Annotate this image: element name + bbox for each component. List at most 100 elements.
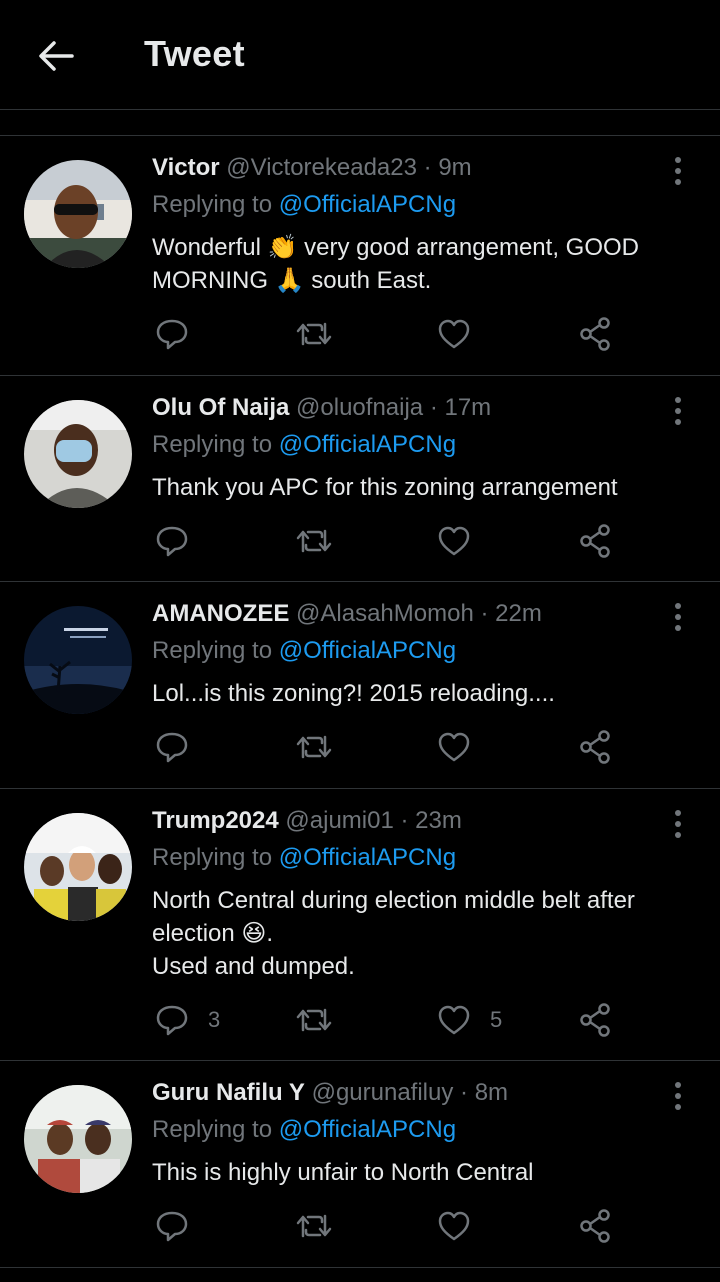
retweet-icon	[296, 529, 332, 553]
timestamp[interactable]: · 22m	[480, 600, 541, 627]
tweet-actions	[152, 1206, 622, 1246]
tweet-reply[interactable]: Trump2024 @ajumi01 · 23m Replying to @Of…	[0, 789, 720, 1061]
tweet-actions: 3 5	[152, 1000, 622, 1040]
like-button[interactable]	[436, 314, 490, 354]
tweet-text-line: North Central during election middle bel…	[152, 887, 635, 914]
like-button[interactable]	[436, 1206, 490, 1246]
display-name[interactable]: Guru Nafilu Y	[152, 1079, 305, 1106]
avatar[interactable]	[24, 160, 132, 268]
retweet-button[interactable]	[294, 521, 334, 561]
retweet-button[interactable]	[294, 727, 334, 767]
avatar[interactable]	[24, 813, 132, 921]
replying-to-label: Replying to	[152, 637, 273, 664]
replying-to-label: Replying to	[152, 191, 273, 218]
arrow-left-icon	[39, 41, 74, 71]
timestamp[interactable]: · 17m	[430, 394, 491, 421]
replying-to-label: Replying to	[152, 431, 273, 458]
replying-to: Replying to @OfficialAPCNg	[152, 191, 456, 225]
avatar[interactable]	[24, 400, 132, 508]
replying-to: Replying to @OfficialAPCNg	[152, 844, 456, 878]
reply-icon	[156, 732, 188, 763]
timestamp[interactable]: · 9m	[424, 154, 472, 181]
tweet-reply[interactable]: Olu Of Naija @oluofnaija · 17m Replying …	[0, 376, 720, 582]
mention-link[interactable]: @OfficialAPCNg	[279, 844, 456, 871]
reply-icon	[156, 1005, 188, 1036]
share-icon	[580, 317, 610, 351]
user-handle[interactable]: @oluofnaija	[296, 394, 423, 421]
tweet-text-line: Used and dumped.	[152, 953, 355, 980]
reply-button[interactable]	[154, 1206, 208, 1246]
tweet-header: Trump2024 @ajumi01 · 23m	[152, 807, 660, 841]
tweet-text-line: Lol...is this zoning?! 2015 reloading...…	[152, 680, 555, 707]
heart-icon	[438, 1211, 470, 1241]
retweet-button[interactable]	[294, 1206, 334, 1246]
avatar[interactable]	[24, 1085, 132, 1193]
share-button[interactable]	[578, 1206, 614, 1246]
replying-to: Replying to @OfficialAPCNg	[152, 1116, 456, 1150]
more-options-button[interactable]	[666, 394, 690, 428]
like-button[interactable]: 5	[436, 1000, 502, 1040]
timestamp[interactable]: · 23m	[401, 807, 462, 834]
reply-icon	[156, 526, 188, 557]
like-count: 5	[490, 1007, 503, 1032]
more-options-button[interactable]	[666, 154, 690, 188]
avatar[interactable]	[24, 606, 132, 714]
retweet-button[interactable]	[294, 1000, 334, 1040]
retweet-icon	[296, 1214, 332, 1238]
share-icon	[580, 524, 610, 558]
tweet-actions	[152, 314, 622, 354]
reply-button[interactable]	[154, 521, 208, 561]
user-handle[interactable]: @AlasahMomoh	[296, 600, 474, 627]
share-button[interactable]	[578, 521, 614, 561]
replying-to-label: Replying to	[152, 1116, 273, 1143]
tweet-text-line: election 😆.	[152, 920, 274, 947]
back-button[interactable]	[34, 34, 78, 78]
user-handle[interactable]: @Victorekeada23	[226, 154, 417, 181]
retweet-icon	[296, 1008, 332, 1032]
share-icon	[580, 1209, 610, 1243]
more-options-button[interactable]	[666, 807, 690, 841]
heart-icon	[438, 732, 470, 762]
like-button[interactable]	[436, 521, 490, 561]
share-button[interactable]	[578, 727, 614, 767]
share-icon	[580, 1003, 610, 1037]
reply-button[interactable]	[154, 314, 208, 354]
display-name[interactable]: Victor	[152, 154, 220, 181]
more-options-button[interactable]	[666, 600, 690, 634]
tweet-reply[interactable]: AMANOZEE @AlasahMomoh · 22m Replying to …	[0, 582, 720, 789]
timestamp[interactable]: · 8m	[460, 1079, 508, 1106]
tweet-actions	[152, 521, 622, 561]
tweet-text: This is highly unfair to North Central	[152, 1156, 697, 1189]
mention-link[interactable]: @OfficialAPCNg	[279, 191, 456, 218]
more-vertical-icon	[675, 397, 681, 425]
share-button[interactable]	[578, 314, 614, 354]
mention-link[interactable]: @OfficialAPCNg	[279, 637, 456, 664]
tweet-text-line: Wonderful 👏 very good arrangement, GOOD	[152, 234, 639, 261]
mention-link[interactable]: @OfficialAPCNg	[279, 431, 456, 458]
like-button[interactable]	[436, 727, 490, 767]
tweet-text: North Central during election middle bel…	[152, 884, 697, 983]
more-vertical-icon	[675, 157, 681, 185]
heart-icon	[438, 319, 470, 349]
display-name[interactable]: AMANOZEE	[152, 600, 289, 627]
retweet-button[interactable]	[294, 314, 334, 354]
reply-count: 3	[208, 1007, 221, 1032]
share-button[interactable]	[578, 1000, 614, 1040]
reply-button[interactable]	[154, 727, 208, 767]
tweet-header: Olu Of Naija @oluofnaija · 17m	[152, 394, 660, 428]
tweet-reply[interactable]: Guru Nafilu Y @gurunafiluy · 8m Replying…	[0, 1061, 720, 1268]
reply-icon	[156, 1211, 188, 1242]
user-handle[interactable]: @ajumi01	[285, 807, 393, 834]
user-handle[interactable]: @gurunafiluy	[312, 1079, 454, 1106]
reply-button[interactable]: 3	[154, 1000, 220, 1040]
replying-to: Replying to @OfficialAPCNg	[152, 637, 456, 671]
tweet-text: Thank you APC for this zoning arrangemen…	[152, 471, 697, 504]
tweet-actions	[152, 727, 622, 767]
display-name[interactable]: Trump2024	[152, 807, 279, 834]
heart-icon	[438, 1005, 470, 1035]
tweet-reply[interactable]: Victor @Victorekeada23 · 9m Replying to …	[0, 136, 720, 376]
display-name[interactable]: Olu Of Naija	[152, 394, 289, 421]
mention-link[interactable]: @OfficialAPCNg	[279, 1116, 456, 1143]
more-options-button[interactable]	[666, 1079, 690, 1113]
tweet-text-line: Thank you APC for this zoning arrangemen…	[152, 474, 618, 501]
